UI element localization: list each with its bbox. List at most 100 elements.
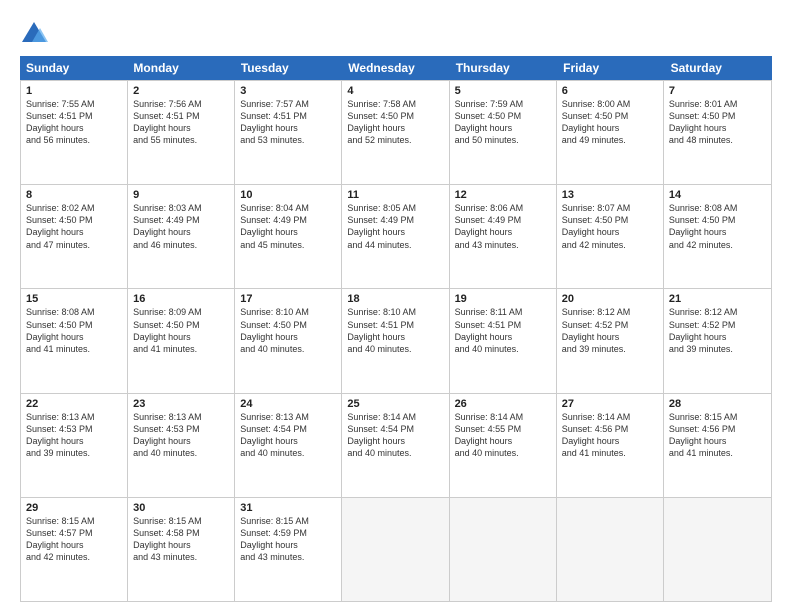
day-cell-4: 4 Sunrise: 7:58 AMSunset: 4:50 PMDayligh… (342, 81, 449, 184)
day-cell-9: 9 Sunrise: 8:03 AMSunset: 4:49 PMDayligh… (128, 185, 235, 288)
cell-info: Sunrise: 8:05 AMSunset: 4:49 PMDaylight … (347, 202, 443, 251)
day-cell-30: 30 Sunrise: 8:15 AMSunset: 4:58 PMDaylig… (128, 498, 235, 601)
day-cell-1: 1 Sunrise: 7:55 AMSunset: 4:51 PMDayligh… (21, 81, 128, 184)
day-cell-21: 21 Sunrise: 8:12 AMSunset: 4:52 PMDaylig… (664, 289, 771, 392)
logo (20, 20, 52, 48)
day-cell-12: 12 Sunrise: 8:06 AMSunset: 4:49 PMDaylig… (450, 185, 557, 288)
cell-info: Sunrise: 8:15 AMSunset: 4:58 PMDaylight … (133, 515, 229, 564)
day-number: 31 (240, 502, 336, 514)
cell-info: Sunrise: 8:13 AMSunset: 4:53 PMDaylight … (133, 411, 229, 460)
day-number: 22 (26, 398, 122, 410)
day-number: 21 (669, 293, 766, 305)
header (20, 16, 772, 48)
cell-info: Sunrise: 8:14 AMSunset: 4:54 PMDaylight … (347, 411, 443, 460)
day-number: 9 (133, 189, 229, 201)
cell-info: Sunrise: 7:55 AMSunset: 4:51 PMDaylight … (26, 98, 122, 147)
day-cell-3: 3 Sunrise: 7:57 AMSunset: 4:51 PMDayligh… (235, 81, 342, 184)
day-cell-19: 19 Sunrise: 8:11 AMSunset: 4:51 PMDaylig… (450, 289, 557, 392)
day-number: 2 (133, 85, 229, 97)
day-cell-6: 6 Sunrise: 8:00 AMSunset: 4:50 PMDayligh… (557, 81, 664, 184)
day-cell-25: 25 Sunrise: 8:14 AMSunset: 4:54 PMDaylig… (342, 394, 449, 497)
day-cell-7: 7 Sunrise: 8:01 AMSunset: 4:50 PMDayligh… (664, 81, 771, 184)
cell-info: Sunrise: 8:02 AMSunset: 4:50 PMDaylight … (26, 202, 122, 251)
day-cell-23: 23 Sunrise: 8:13 AMSunset: 4:53 PMDaylig… (128, 394, 235, 497)
day-cell-29: 29 Sunrise: 8:15 AMSunset: 4:57 PMDaylig… (21, 498, 128, 601)
calendar-header: SundayMondayTuesdayWednesdayThursdayFrid… (20, 56, 772, 80)
day-number: 19 (455, 293, 551, 305)
cell-info: Sunrise: 8:14 AMSunset: 4:56 PMDaylight … (562, 411, 658, 460)
cell-info: Sunrise: 8:08 AMSunset: 4:50 PMDaylight … (669, 202, 766, 251)
day-number: 5 (455, 85, 551, 97)
cell-info: Sunrise: 8:07 AMSunset: 4:50 PMDaylight … (562, 202, 658, 251)
day-number: 15 (26, 293, 122, 305)
day-number: 10 (240, 189, 336, 201)
cell-info: Sunrise: 8:12 AMSunset: 4:52 PMDaylight … (669, 306, 766, 355)
day-cell-17: 17 Sunrise: 8:10 AMSunset: 4:50 PMDaylig… (235, 289, 342, 392)
day-number: 8 (26, 189, 122, 201)
day-number: 11 (347, 189, 443, 201)
header-day-sunday: Sunday (20, 56, 127, 80)
header-day-thursday: Thursday (450, 56, 557, 80)
day-number: 27 (562, 398, 658, 410)
day-number: 28 (669, 398, 766, 410)
cell-info: Sunrise: 8:13 AMSunset: 4:53 PMDaylight … (26, 411, 122, 460)
day-cell-26: 26 Sunrise: 8:14 AMSunset: 4:55 PMDaylig… (450, 394, 557, 497)
day-cell-5: 5 Sunrise: 7:59 AMSunset: 4:50 PMDayligh… (450, 81, 557, 184)
day-cell-16: 16 Sunrise: 8:09 AMSunset: 4:50 PMDaylig… (128, 289, 235, 392)
day-number: 25 (347, 398, 443, 410)
day-number: 26 (455, 398, 551, 410)
empty-cell (664, 498, 771, 601)
day-cell-18: 18 Sunrise: 8:10 AMSunset: 4:51 PMDaylig… (342, 289, 449, 392)
day-cell-2: 2 Sunrise: 7:56 AMSunset: 4:51 PMDayligh… (128, 81, 235, 184)
day-number: 29 (26, 502, 122, 514)
day-number: 24 (240, 398, 336, 410)
day-number: 3 (240, 85, 336, 97)
page: SundayMondayTuesdayWednesdayThursdayFrid… (0, 0, 792, 612)
day-cell-24: 24 Sunrise: 8:13 AMSunset: 4:54 PMDaylig… (235, 394, 342, 497)
day-number: 17 (240, 293, 336, 305)
day-number: 4 (347, 85, 443, 97)
empty-cell (557, 498, 664, 601)
cell-info: Sunrise: 8:09 AMSunset: 4:50 PMDaylight … (133, 306, 229, 355)
day-cell-11: 11 Sunrise: 8:05 AMSunset: 4:49 PMDaylig… (342, 185, 449, 288)
header-day-friday: Friday (557, 56, 664, 80)
day-number: 14 (669, 189, 766, 201)
day-number: 23 (133, 398, 229, 410)
logo-icon (20, 20, 48, 48)
cell-info: Sunrise: 8:01 AMSunset: 4:50 PMDaylight … (669, 98, 766, 147)
calendar-row-2: 8 Sunrise: 8:02 AMSunset: 4:50 PMDayligh… (21, 184, 771, 288)
cell-info: Sunrise: 8:12 AMSunset: 4:52 PMDaylight … (562, 306, 658, 355)
day-cell-31: 31 Sunrise: 8:15 AMSunset: 4:59 PMDaylig… (235, 498, 342, 601)
day-cell-20: 20 Sunrise: 8:12 AMSunset: 4:52 PMDaylig… (557, 289, 664, 392)
cell-info: Sunrise: 8:15 AMSunset: 4:56 PMDaylight … (669, 411, 766, 460)
day-cell-10: 10 Sunrise: 8:04 AMSunset: 4:49 PMDaylig… (235, 185, 342, 288)
header-day-tuesday: Tuesday (235, 56, 342, 80)
cell-info: Sunrise: 8:04 AMSunset: 4:49 PMDaylight … (240, 202, 336, 251)
calendar-body: 1 Sunrise: 7:55 AMSunset: 4:51 PMDayligh… (20, 80, 772, 602)
cell-info: Sunrise: 8:15 AMSunset: 4:57 PMDaylight … (26, 515, 122, 564)
header-day-saturday: Saturday (665, 56, 772, 80)
day-cell-8: 8 Sunrise: 8:02 AMSunset: 4:50 PMDayligh… (21, 185, 128, 288)
calendar: SundayMondayTuesdayWednesdayThursdayFrid… (20, 56, 772, 602)
cell-info: Sunrise: 8:13 AMSunset: 4:54 PMDaylight … (240, 411, 336, 460)
cell-info: Sunrise: 7:57 AMSunset: 4:51 PMDaylight … (240, 98, 336, 147)
day-cell-22: 22 Sunrise: 8:13 AMSunset: 4:53 PMDaylig… (21, 394, 128, 497)
header-day-monday: Monday (127, 56, 234, 80)
day-cell-27: 27 Sunrise: 8:14 AMSunset: 4:56 PMDaylig… (557, 394, 664, 497)
day-number: 30 (133, 502, 229, 514)
header-day-wednesday: Wednesday (342, 56, 449, 80)
cell-info: Sunrise: 8:06 AMSunset: 4:49 PMDaylight … (455, 202, 551, 251)
cell-info: Sunrise: 8:08 AMSunset: 4:50 PMDaylight … (26, 306, 122, 355)
day-cell-15: 15 Sunrise: 8:08 AMSunset: 4:50 PMDaylig… (21, 289, 128, 392)
cell-info: Sunrise: 8:10 AMSunset: 4:51 PMDaylight … (347, 306, 443, 355)
cell-info: Sunrise: 8:10 AMSunset: 4:50 PMDaylight … (240, 306, 336, 355)
empty-cell (450, 498, 557, 601)
calendar-row-1: 1 Sunrise: 7:55 AMSunset: 4:51 PMDayligh… (21, 80, 771, 184)
day-number: 18 (347, 293, 443, 305)
day-cell-13: 13 Sunrise: 8:07 AMSunset: 4:50 PMDaylig… (557, 185, 664, 288)
cell-info: Sunrise: 8:11 AMSunset: 4:51 PMDaylight … (455, 306, 551, 355)
cell-info: Sunrise: 8:15 AMSunset: 4:59 PMDaylight … (240, 515, 336, 564)
calendar-row-5: 29 Sunrise: 8:15 AMSunset: 4:57 PMDaylig… (21, 497, 771, 601)
calendar-row-3: 15 Sunrise: 8:08 AMSunset: 4:50 PMDaylig… (21, 288, 771, 392)
day-cell-14: 14 Sunrise: 8:08 AMSunset: 4:50 PMDaylig… (664, 185, 771, 288)
